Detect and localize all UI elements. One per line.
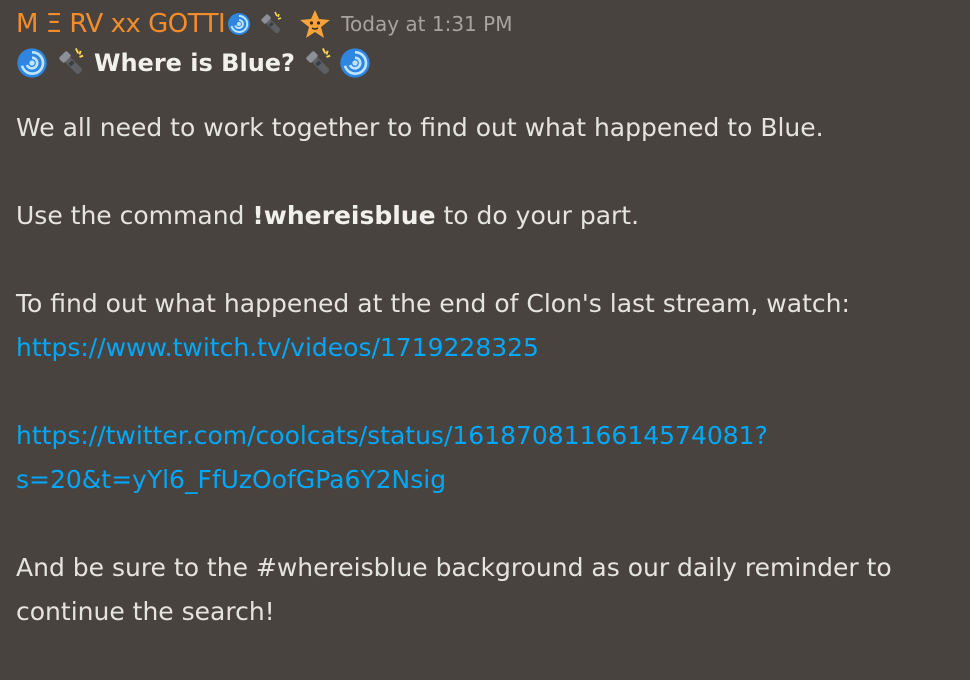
author-name[interactable]: M Ξ RV xx GOTTI xyxy=(16,9,226,39)
flashlight-icon xyxy=(301,46,335,80)
twitter-link[interactable]: https://twitter.com/coolcats/status/1618… xyxy=(16,421,768,494)
flashlight-icon xyxy=(54,46,88,80)
twitter-link-part1: https://twitter.com/coolcats/status/1618… xyxy=(16,421,768,450)
paragraph-command: Use the command !whereisblue to do your … xyxy=(16,194,964,238)
cyclone-icon xyxy=(16,47,48,79)
paragraph-teamwork: We all need to work together to find out… xyxy=(16,113,824,142)
flashlight-icon xyxy=(257,10,285,38)
message-timestamp: Today at 1:31 PM xyxy=(341,12,513,36)
cyclone-icon xyxy=(339,47,371,79)
message-title: Where is Blue? xyxy=(94,49,295,77)
message-header: M Ξ RV xx GOTTI Today at 1:31 PM xyxy=(16,6,964,42)
reminder-line-1: And be sure to the #whereisblue backgrou… xyxy=(16,553,892,582)
command-text: !whereisblue xyxy=(252,201,436,230)
twitter-link-part2: s=20&t=yYl6_FfUzOofGPa6Y2Nsig xyxy=(16,465,447,494)
cyclone-icon xyxy=(227,12,251,36)
message-title-line: Where is Blue? xyxy=(16,44,964,82)
reminder-line-2: continue the search! xyxy=(16,597,275,626)
paragraph-stream: To find out what happened at the end of … xyxy=(16,289,850,318)
chat-message: M Ξ RV xx GOTTI Today at 1:31 PM Where i… xyxy=(16,6,964,634)
command-outro-text: to do your part. xyxy=(435,201,640,230)
twitch-link-line: https://www.twitch.tv/videos/1719228325 xyxy=(16,326,964,370)
twitter-link-block: https://twitter.com/coolcats/status/1618… xyxy=(16,414,964,502)
paragraph-reminder: And be sure to the #whereisblue backgrou… xyxy=(16,546,964,634)
twitch-link[interactable]: https://www.twitch.tv/videos/1719228325 xyxy=(16,333,539,362)
starfish-icon xyxy=(299,9,331,39)
message-body: We all need to work together to find out… xyxy=(16,106,964,634)
command-intro-text: Use the command xyxy=(16,201,253,230)
